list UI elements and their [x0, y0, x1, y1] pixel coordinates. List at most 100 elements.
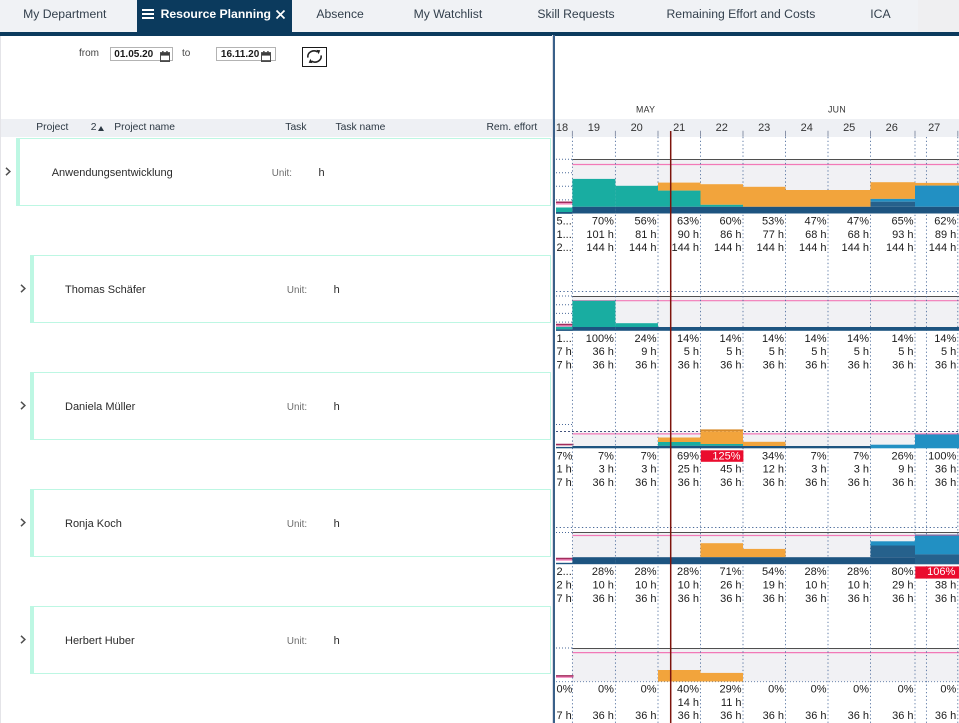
svg-text:36 h: 36 h	[848, 477, 869, 489]
svg-text:144 h: 144 h	[586, 242, 614, 254]
svg-text:36 h: 36 h	[763, 359, 784, 371]
svg-text:0%: 0%	[641, 684, 657, 696]
svg-text:144 h: 144 h	[629, 242, 657, 254]
svg-text:36 h: 36 h	[720, 593, 741, 605]
svg-text:1 h: 1 h	[557, 464, 572, 476]
svg-text:24%: 24%	[634, 333, 656, 345]
svg-text:36 h: 36 h	[635, 593, 656, 605]
svg-text:22: 22	[716, 122, 728, 134]
svg-text:14%: 14%	[847, 333, 869, 345]
svg-text:5 h: 5 h	[854, 346, 869, 358]
svg-text:36 h: 36 h	[720, 710, 741, 722]
svg-text:36 h: 36 h	[892, 710, 913, 722]
svg-text:5 h: 5 h	[684, 346, 699, 358]
svg-text:7%: 7%	[811, 450, 827, 462]
svg-text:60%: 60%	[719, 216, 741, 228]
svg-text:36 h: 36 h	[848, 593, 869, 605]
svg-text:36 h: 36 h	[635, 710, 656, 722]
svg-text:2...: 2...	[557, 566, 572, 578]
svg-text:36 h: 36 h	[892, 593, 913, 605]
svg-text:90 h: 90 h	[678, 229, 699, 241]
svg-text:68 h: 68 h	[848, 229, 869, 241]
svg-text:24: 24	[801, 122, 813, 134]
svg-text:47%: 47%	[847, 216, 869, 228]
svg-text:14%: 14%	[719, 333, 741, 345]
svg-text:3 h: 3 h	[641, 464, 656, 476]
svg-text:28%: 28%	[847, 566, 869, 578]
svg-text:47%: 47%	[804, 216, 826, 228]
svg-text:28%: 28%	[804, 566, 826, 578]
svg-text:11 h: 11 h	[721, 697, 742, 709]
svg-text:86 h: 86 h	[720, 229, 741, 241]
svg-text:0%: 0%	[598, 684, 614, 696]
svg-text:9 h: 9 h	[641, 346, 656, 358]
svg-text:10 h: 10 h	[848, 580, 869, 592]
svg-text:14%: 14%	[934, 333, 956, 345]
svg-text:1...: 1...	[557, 333, 572, 345]
svg-text:JUN: JUN	[828, 105, 846, 115]
svg-text:144 h: 144 h	[886, 242, 914, 254]
svg-text:36 h: 36 h	[935, 359, 956, 371]
svg-text:36 h: 36 h	[635, 359, 656, 371]
svg-text:5 h: 5 h	[726, 346, 741, 358]
svg-text:25: 25	[843, 122, 855, 134]
svg-text:12 h: 12 h	[763, 464, 784, 476]
svg-text:36 h: 36 h	[805, 593, 826, 605]
svg-text:144 h: 144 h	[714, 242, 742, 254]
svg-text:36 h: 36 h	[763, 477, 784, 489]
svg-text:19: 19	[588, 122, 600, 134]
svg-text:2...: 2...	[557, 242, 572, 254]
svg-text:100%: 100%	[928, 450, 956, 462]
svg-text:14 h: 14 h	[678, 697, 699, 709]
svg-text:36 h: 36 h	[763, 593, 784, 605]
svg-text:80%: 80%	[891, 566, 913, 578]
svg-text:36 h: 36 h	[592, 477, 613, 489]
svg-text:14%: 14%	[804, 333, 826, 345]
svg-text:100%: 100%	[586, 333, 614, 345]
svg-text:36 h: 36 h	[592, 346, 613, 358]
svg-text:0%: 0%	[898, 684, 914, 696]
svg-text:36 h: 36 h	[892, 359, 913, 371]
svg-text:36 h: 36 h	[678, 593, 699, 605]
svg-text:144 h: 144 h	[756, 242, 784, 254]
svg-text:62%: 62%	[934, 216, 956, 228]
svg-text:26 h: 26 h	[720, 580, 741, 592]
svg-text:101 h: 101 h	[586, 229, 614, 241]
svg-text:36 h: 36 h	[848, 710, 869, 722]
svg-text:28%: 28%	[677, 566, 699, 578]
svg-text:23: 23	[758, 122, 770, 134]
svg-text:38 h: 38 h	[935, 580, 956, 592]
svg-text:29 h: 29 h	[892, 580, 913, 592]
svg-text:36 h: 36 h	[805, 359, 826, 371]
svg-text:89 h: 89 h	[935, 229, 956, 241]
svg-text:3 h: 3 h	[854, 464, 869, 476]
svg-text:7%: 7%	[641, 450, 657, 462]
svg-text:144 h: 144 h	[799, 242, 827, 254]
svg-text:40%: 40%	[677, 684, 699, 696]
svg-text:70%: 70%	[592, 216, 614, 228]
svg-text:36 h: 36 h	[720, 477, 741, 489]
svg-text:0%: 0%	[811, 684, 827, 696]
svg-text:19 h: 19 h	[763, 580, 784, 592]
svg-text:65%: 65%	[891, 216, 913, 228]
svg-text:7 h: 7 h	[557, 477, 572, 489]
svg-text:36 h: 36 h	[763, 710, 784, 722]
svg-text:9 h: 9 h	[898, 464, 913, 476]
svg-text:0%: 0%	[557, 684, 573, 696]
svg-text:7%: 7%	[853, 450, 869, 462]
svg-text:10 h: 10 h	[805, 580, 826, 592]
svg-text:36 h: 36 h	[935, 477, 956, 489]
svg-text:36 h: 36 h	[678, 477, 699, 489]
svg-text:14%: 14%	[677, 333, 699, 345]
svg-text:45 h: 45 h	[720, 464, 741, 476]
svg-text:81 h: 81 h	[635, 229, 656, 241]
svg-text:36 h: 36 h	[720, 359, 741, 371]
svg-text:36 h: 36 h	[935, 464, 956, 476]
svg-text:71%: 71%	[719, 566, 741, 578]
svg-text:144 h: 144 h	[929, 242, 957, 254]
svg-text:10 h: 10 h	[678, 580, 699, 592]
svg-text:3 h: 3 h	[811, 464, 826, 476]
svg-text:144 h: 144 h	[841, 242, 869, 254]
svg-text:0%: 0%	[768, 684, 784, 696]
svg-text:5 h: 5 h	[941, 346, 956, 358]
